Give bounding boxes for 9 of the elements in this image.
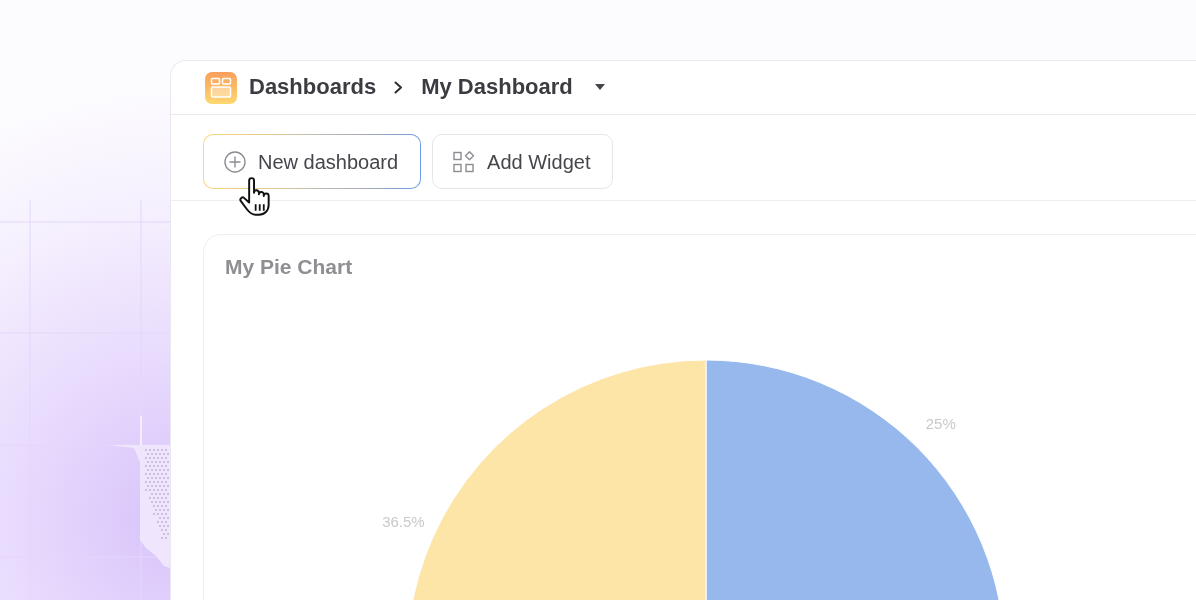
chart-title: My Pie Chart xyxy=(224,254,354,280)
breadcrumb-link[interactable]: Dashboards xyxy=(249,74,377,101)
dashboard-switcher[interactable]: My Dashboard xyxy=(421,74,605,101)
add-widget-button[interactable]: Add Widget xyxy=(432,134,614,189)
dashboard-logo-icon xyxy=(205,71,237,104)
chevron-right-icon xyxy=(394,81,404,94)
hand-cursor-icon xyxy=(238,176,272,216)
widget-grid-icon xyxy=(453,150,476,173)
plus-circle-icon xyxy=(224,150,246,173)
